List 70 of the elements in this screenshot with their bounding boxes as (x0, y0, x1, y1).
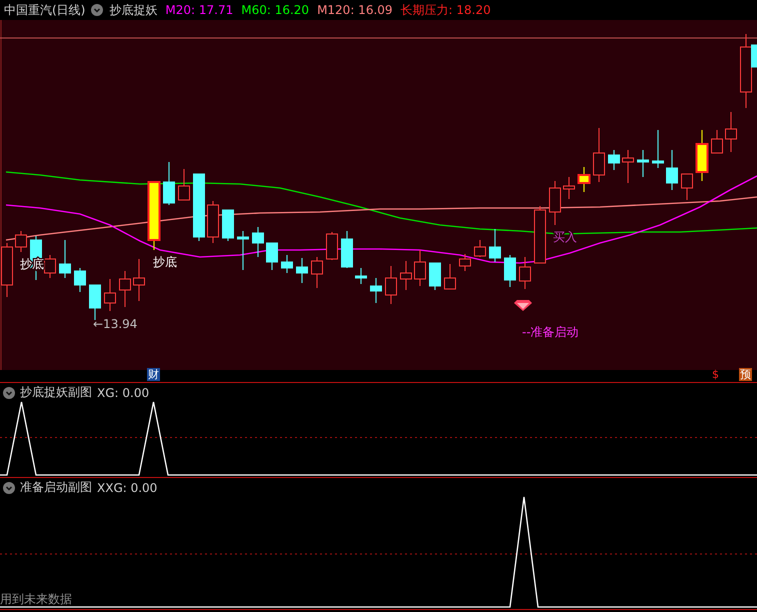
candlestick (15, 230, 27, 252)
candlestick (281, 254, 293, 274)
event-marker[interactable]: 预 (739, 368, 752, 381)
candlestick (666, 150, 678, 190)
event-marker[interactable]: $ (711, 368, 720, 381)
candlestick (193, 174, 205, 242)
candlestick (178, 168, 190, 200)
candlestick (74, 268, 86, 292)
candlestick (711, 130, 723, 154)
legend-value: M120: 16.09 (317, 3, 393, 17)
stock-title: 中国重汽(日线) (4, 2, 86, 18)
candlestick (489, 228, 501, 262)
candlestick (341, 230, 353, 268)
candlestick (504, 254, 516, 288)
candlestick (608, 150, 620, 170)
candlestick (296, 258, 308, 284)
candlestick (355, 268, 367, 284)
dropdown-icon[interactable] (91, 4, 104, 16)
candlestick (652, 130, 664, 168)
warning-note: 用到未来数据 (0, 591, 72, 608)
buy-label: 买入 (553, 230, 577, 244)
panel-reading: XG: 0.00 (97, 386, 150, 400)
candlestick (237, 230, 249, 270)
candlestick (326, 232, 338, 260)
candlestick (681, 174, 693, 200)
candlestick (222, 210, 234, 242)
candlestick (474, 240, 486, 258)
candlestick (266, 242, 278, 270)
candlestick (593, 128, 605, 182)
candlestick (89, 284, 101, 320)
candlestick (119, 270, 131, 308)
candlestick (148, 181, 160, 250)
candlestick (637, 150, 649, 178)
candlestick (622, 150, 634, 184)
candlestick (414, 250, 426, 286)
dropdown-icon[interactable] (3, 482, 15, 494)
candlestick (534, 206, 546, 264)
candlestick (59, 240, 71, 278)
legend-value: 长期压力: 18.20 (400, 2, 491, 18)
candlestick (385, 266, 397, 304)
panel-reading: XXG: 0.00 (97, 480, 158, 494)
dropdown-icon[interactable] (3, 386, 15, 398)
indicator-name[interactable]: 抄底捉妖 (109, 2, 158, 18)
candlestick (44, 254, 56, 278)
candlestick (163, 162, 175, 206)
candlestick (696, 130, 708, 182)
candlestick (519, 256, 531, 290)
candlestick (252, 226, 264, 258)
candlestick (725, 112, 737, 152)
candlestick (549, 180, 561, 226)
candlestick (104, 278, 116, 312)
panel-title: 准备启动副图 (20, 479, 92, 496)
candlestick (207, 200, 219, 244)
candlestick (400, 260, 412, 290)
low-price-label: ←13.94 (93, 317, 138, 331)
candlestick (459, 254, 471, 272)
candlestick (311, 256, 323, 288)
legend-value: M20: 17.71 (165, 3, 234, 17)
candlestick (429, 262, 441, 290)
signal-label: 抄底 (153, 255, 177, 269)
candlestick (578, 166, 590, 192)
legend-value: M60: 16.20 (241, 3, 310, 17)
panel-title: 抄底捉妖副图 (20, 384, 92, 401)
candlestick (133, 258, 145, 302)
event-marker[interactable]: 财 (147, 368, 160, 381)
candlestick (444, 264, 456, 290)
gem-icon (514, 300, 532, 311)
candlestick (370, 278, 382, 304)
start-label: --准备启动 (522, 325, 579, 339)
candlestick (563, 176, 575, 200)
